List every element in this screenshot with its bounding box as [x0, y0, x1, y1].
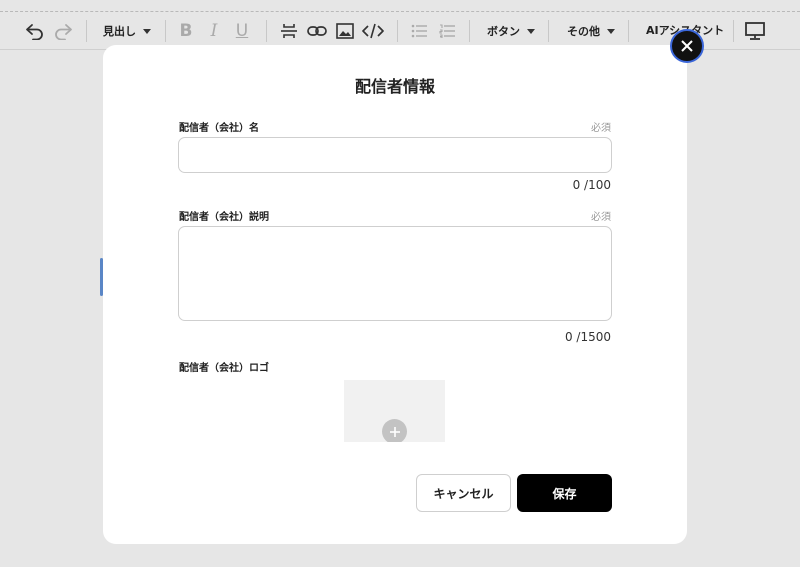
publisher-info-modal: 配信者情報 配信者（会社）名 必須 0 /100 配信者（会社）説明 必須 0 …: [103, 45, 687, 544]
publisher-name-input[interactable]: [178, 137, 612, 173]
preview-monitor-icon[interactable]: [744, 20, 766, 42]
bullet-list-icon[interactable]: [410, 21, 428, 41]
heading-dropdown[interactable]: 見出し: [103, 22, 151, 40]
cancel-button[interactable]: キャンセル: [416, 474, 511, 512]
toolbar-separator: [469, 20, 470, 42]
name-char-counter: 0 /100: [572, 178, 611, 192]
toolbar-separator: [548, 20, 549, 42]
button-dropdown[interactable]: ボタン: [487, 22, 535, 40]
publisher-description-textarea[interactable]: [178, 226, 612, 321]
divider-insert-icon[interactable]: [279, 21, 299, 41]
italic-button[interactable]: I: [205, 20, 223, 42]
toolbar-separator: [86, 20, 87, 42]
code-icon[interactable]: [362, 21, 384, 41]
add-logo-button[interactable]: [382, 419, 407, 442]
bold-button[interactable]: B: [177, 20, 195, 42]
toolbar-separator: [628, 20, 629, 42]
description-field-label: 配信者（会社）説明: [179, 212, 269, 223]
other-dropdown-label: その他: [567, 25, 600, 38]
plus-icon: [389, 426, 400, 437]
numbered-list-icon[interactable]: [438, 21, 456, 41]
logo-field-label: 配信者（会社）ロゴ: [179, 363, 269, 374]
redo-icon[interactable]: [52, 21, 74, 41]
undo-icon[interactable]: [24, 21, 46, 41]
toolbar-separator: [733, 20, 734, 42]
toolbar-separator: [266, 20, 267, 42]
button-dropdown-label: ボタン: [487, 25, 520, 38]
close-modal-button[interactable]: [670, 29, 704, 63]
description-char-counter: 0 /1500: [564, 330, 611, 344]
description-required-badge: 必須: [591, 212, 611, 223]
toolbar-separator: [165, 20, 166, 42]
toolbar-separator: [397, 20, 398, 42]
link-icon[interactable]: [306, 21, 328, 41]
image-icon[interactable]: [335, 21, 355, 41]
other-dropdown[interactable]: その他: [567, 22, 615, 40]
logo-upload-area[interactable]: [344, 380, 445, 442]
name-field-label: 配信者（会社）名: [179, 123, 259, 134]
caret-down-icon: [143, 28, 151, 34]
modal-title: 配信者情報: [354, 77, 435, 96]
heading-dropdown-label: 見出し: [103, 25, 136, 38]
name-required-badge: 必須: [591, 123, 611, 134]
save-button[interactable]: 保存: [517, 474, 612, 512]
underline-button[interactable]: U: [233, 20, 251, 42]
caret-down-icon: [607, 28, 615, 34]
close-icon: [681, 40, 693, 52]
caret-down-icon: [527, 28, 535, 34]
